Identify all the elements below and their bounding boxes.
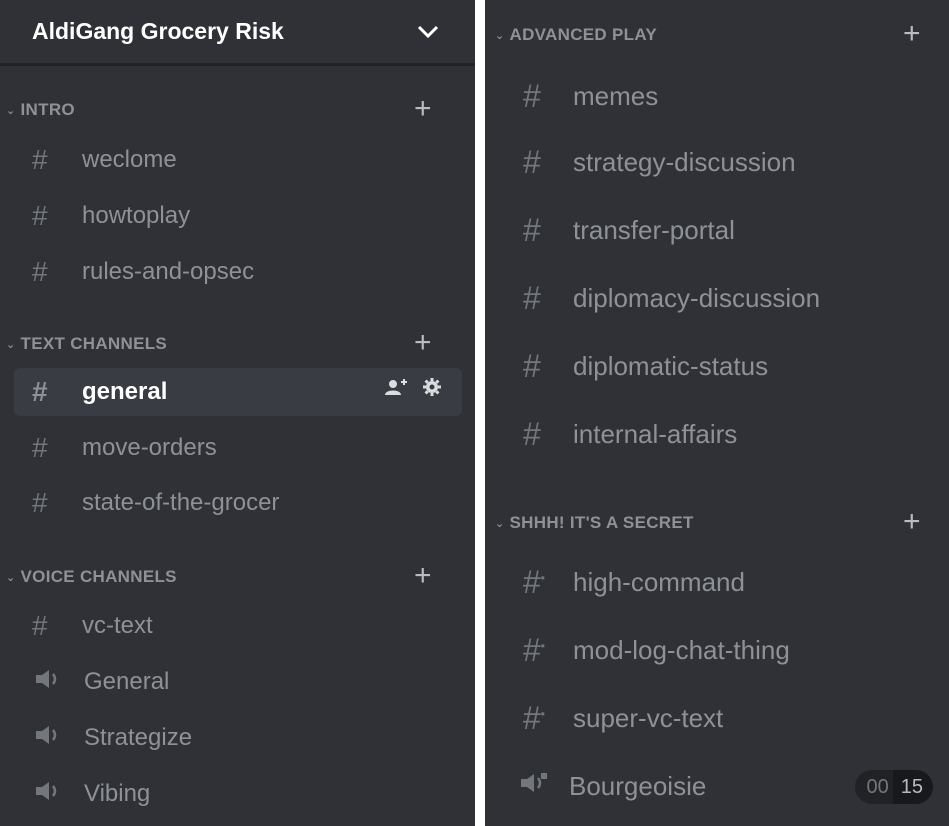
channel-sidebar-right: ⌄ ADVANCED PLAY + # memes # strategy-dis… [485,0,949,826]
category-text-channels[interactable]: ⌄ TEXT CHANNELS [6,334,167,354]
server-name: AldiGang Grocery Risk [32,18,284,44]
add-channel-advanced[interactable]: + [903,19,921,49]
voice-channel-vibing[interactable]: Vibing [34,774,150,814]
channel-diplomacy-discussion[interactable]: # diplomacy-discussion [523,276,820,320]
channel-howtoplay[interactable]: # howtoplay [32,196,190,236]
plus-icon[interactable]: + [414,328,432,358]
hashtag-icon: # [32,376,48,407]
caret-icon: ⌄ [6,338,16,351]
channel-label: diplomatic-status [573,350,769,381]
channel-label: internal-affairs [573,418,738,449]
hashtag-icon: # [523,211,541,248]
category-label: VOICE CHANNELS [20,567,177,586]
channel-internal-affairs[interactable]: # internal-affairs [523,412,737,456]
channel-label: howtoplay [82,202,191,229]
channel-strategy-discussion[interactable]: # strategy-discussion [523,140,796,184]
hashtag-icon: # [32,256,48,287]
locked-hashtag-icon: #▪ [523,699,546,736]
user-limit: 15 [892,770,933,804]
category-label: ADVANCED PLAY [509,25,658,44]
hashtag-icon: # [32,144,48,175]
plus-icon[interactable]: + [414,94,432,124]
channel-label: vc-text [82,612,153,639]
channel-label: diplomacy-discussion [573,282,821,313]
channel-memes[interactable]: # memes [523,74,658,118]
channel-rules-and-opsec[interactable]: # rules-and-opsec [32,252,254,292]
channel-actions [384,376,442,404]
voice-channel-strategize[interactable]: Strategize [34,718,192,758]
caret-icon: ⌄ [6,104,16,117]
add-channel-voice[interactable]: + [414,561,432,591]
channel-label: General [84,668,170,695]
channel-label: weclome [82,146,177,173]
caret-icon: ⌄ [495,29,505,42]
channel-mod-log-chat-thing[interactable]: #▪ mod-log-chat-thing [523,628,790,672]
plus-icon[interactable]: + [903,19,921,49]
hashtag-icon: # [32,487,48,518]
chevron-down-icon[interactable] [417,25,439,39]
channel-sidebar-left: AldiGang Grocery Risk ⌄ INTRO + # weclom… [0,0,475,826]
channel-label: general [82,378,168,405]
channel-super-vc-text[interactable]: #▪ super-vc-text [523,696,723,740]
channel-general-selected[interactable]: # general [14,368,462,416]
speaker-icon [34,724,84,753]
user-limit-badge: 00 15 [854,770,933,804]
category-voice-channels[interactable]: ⌄ VOICE CHANNELS [6,567,177,587]
caret-icon: ⌄ [495,517,505,530]
channel-label: mod-log-chat-thing [573,634,790,665]
gear-icon[interactable] [422,376,442,404]
channel-transfer-portal[interactable]: # transfer-portal [523,208,735,252]
category-secret[interactable]: ⌄ SHHH! IT'S A SECRET [495,513,694,533]
category-label: INTRO [20,100,75,119]
speaker-icon [34,780,84,809]
caret-icon: ⌄ [6,571,16,584]
server-header[interactable]: AldiGang Grocery Risk [0,0,475,66]
channel-label: high-command [573,566,745,597]
plus-icon[interactable]: + [903,507,921,537]
voice-channel-general[interactable]: General [34,662,169,702]
hashtag-icon: # [523,143,541,180]
category-intro[interactable]: ⌄ INTRO [6,100,75,120]
category-label: SHHH! IT'S A SECRET [509,513,694,532]
channel-label: state-of-the-grocer [82,489,280,516]
channel-state-of-the-grocer[interactable]: # state-of-the-grocer [32,483,279,523]
locked-hashtag-icon: #▪ [523,631,546,668]
hashtag-icon: # [523,279,541,316]
channel-label: Strategize [84,724,193,751]
category-advanced-play[interactable]: ⌄ ADVANCED PLAY [495,25,657,45]
voice-channel-bourgeoisie[interactable]: Bourgeoisie 00 15 [519,764,949,808]
locked-speaker-icon [519,771,569,802]
channel-label: rules-and-opsec [82,258,255,285]
add-channel-text[interactable]: + [414,328,432,358]
plus-icon[interactable]: + [414,561,432,591]
channel-weclome[interactable]: # weclome [32,140,177,180]
category-label: TEXT CHANNELS [20,334,168,353]
locked-hashtag-icon: #▪ [523,563,546,600]
speaker-icon [34,668,84,697]
channel-label: transfer-portal [573,214,735,245]
hashtag-icon: # [523,415,541,452]
channel-high-command[interactable]: #▪ high-command [523,560,745,604]
hashtag-icon: # [523,347,541,384]
channel-vc-text[interactable]: # vc-text [32,606,153,646]
channel-label: Vibing [84,780,151,807]
add-channel-secret[interactable]: + [903,507,921,537]
add-channel-intro[interactable]: + [414,94,432,124]
hashtag-icon: # [32,610,48,641]
channel-diplomatic-status[interactable]: # diplomatic-status [523,344,768,388]
hashtag-icon: # [32,432,48,463]
invite-user-icon[interactable] [384,376,408,404]
channel-label: move-orders [82,434,217,461]
hashtag-icon: # [523,77,541,114]
channel-label: super-vc-text [573,702,724,733]
channel-label: memes [573,80,659,111]
user-count: 00 [854,770,893,804]
channel-move-orders[interactable]: # move-orders [32,428,217,468]
hashtag-icon: # [32,200,48,231]
channel-label: strategy-discussion [573,146,796,177]
channel-label: Bourgeoisie [569,770,707,801]
